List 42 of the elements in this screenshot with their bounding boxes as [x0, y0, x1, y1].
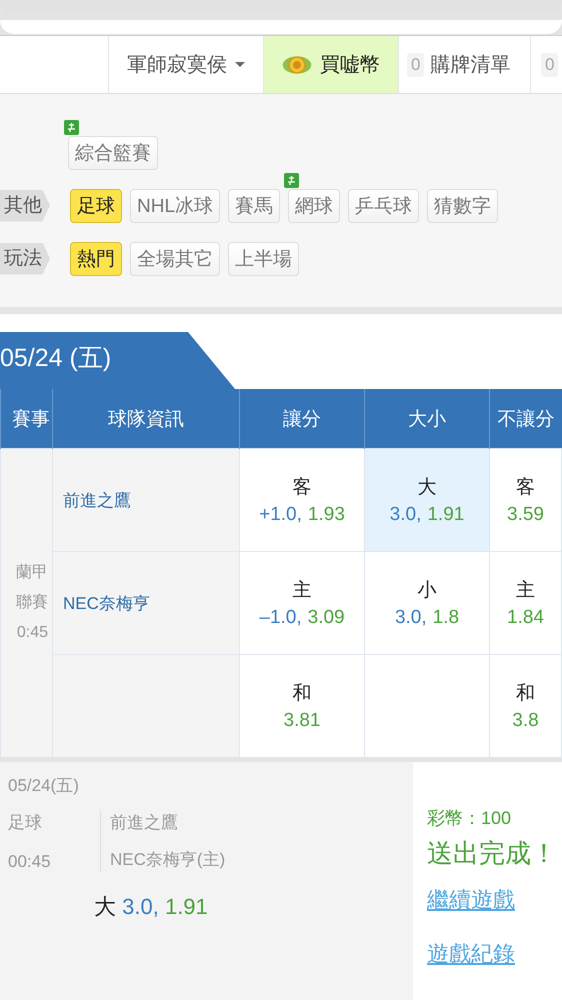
filter-tag[interactable]: 乒乓球	[348, 188, 420, 222]
column-header: 賽事	[0, 389, 52, 448]
odds-cell[interactable]: 和 3.8	[490, 654, 562, 758]
filter-label: 其他	[0, 190, 50, 222]
ticket-team: 前進之鷹	[110, 812, 179, 834]
filter-tag[interactable]: 猜數字	[427, 188, 498, 222]
event-text: 蘭甲	[15, 562, 48, 583]
status-message: 送出完成！	[427, 837, 557, 870]
filter-tag[interactable]: 全場其它	[130, 242, 220, 276]
column-header: 讓分	[240, 389, 364, 448]
column-header: 大小	[364, 389, 490, 448]
odds-cell[interactable]: 小 3.0, 1.8	[364, 552, 490, 654]
odds-cell[interactable]: 和 3.81	[240, 654, 364, 758]
column-header: 球隊資訊	[52, 389, 240, 448]
filter-tag[interactable]: 熱門	[70, 242, 122, 276]
ticket-team: NEC奈梅亨(主)	[110, 849, 226, 871]
filter-tag[interactable]: 足球	[70, 188, 122, 222]
filter-tag[interactable]: 網球	[288, 188, 340, 222]
ticket-sport: 足球	[8, 812, 43, 834]
filter-tag[interactable]: NHL冰球	[130, 188, 220, 222]
filter-label: 玩法	[0, 242, 50, 274]
count-badge: 0	[541, 52, 558, 76]
filter-tag[interactable]: 綜合籃賽	[68, 136, 158, 170]
event-text: 0:45	[16, 623, 48, 643]
odds-cell[interactable]: 主 1.84	[490, 552, 562, 654]
cart-count: 0	[407, 52, 424, 76]
odds-cell[interactable]: 主 –1.0, 3.09	[240, 552, 364, 654]
odds-cell[interactable]: 大 3.0, 1.91	[364, 448, 490, 552]
team-name[interactable]: NEC奈梅亨	[63, 594, 150, 612]
ticket-time: 00:45	[8, 852, 52, 872]
team-name[interactable]: 前進之鷹	[63, 490, 131, 510]
caret-icon	[235, 62, 245, 67]
buy-coins-button[interactable]: 買嘘幣	[264, 36, 399, 93]
event-text: 聯賽	[15, 592, 48, 613]
filter-tag[interactable]: 上半場	[228, 242, 299, 276]
ticket-date: 05/24(五)	[8, 775, 80, 797]
ticket-pick: 大 3.0, 1.91	[94, 893, 209, 921]
filter-tag[interactable]: 賽馬	[228, 188, 280, 222]
coin-amount: 彩幣：100	[427, 807, 512, 830]
odds-cell[interactable]: 客 3.59	[490, 448, 562, 552]
column-header: 不讓分	[490, 389, 562, 448]
odds-cell[interactable]: 客 +1.0, 1.93	[240, 448, 364, 552]
